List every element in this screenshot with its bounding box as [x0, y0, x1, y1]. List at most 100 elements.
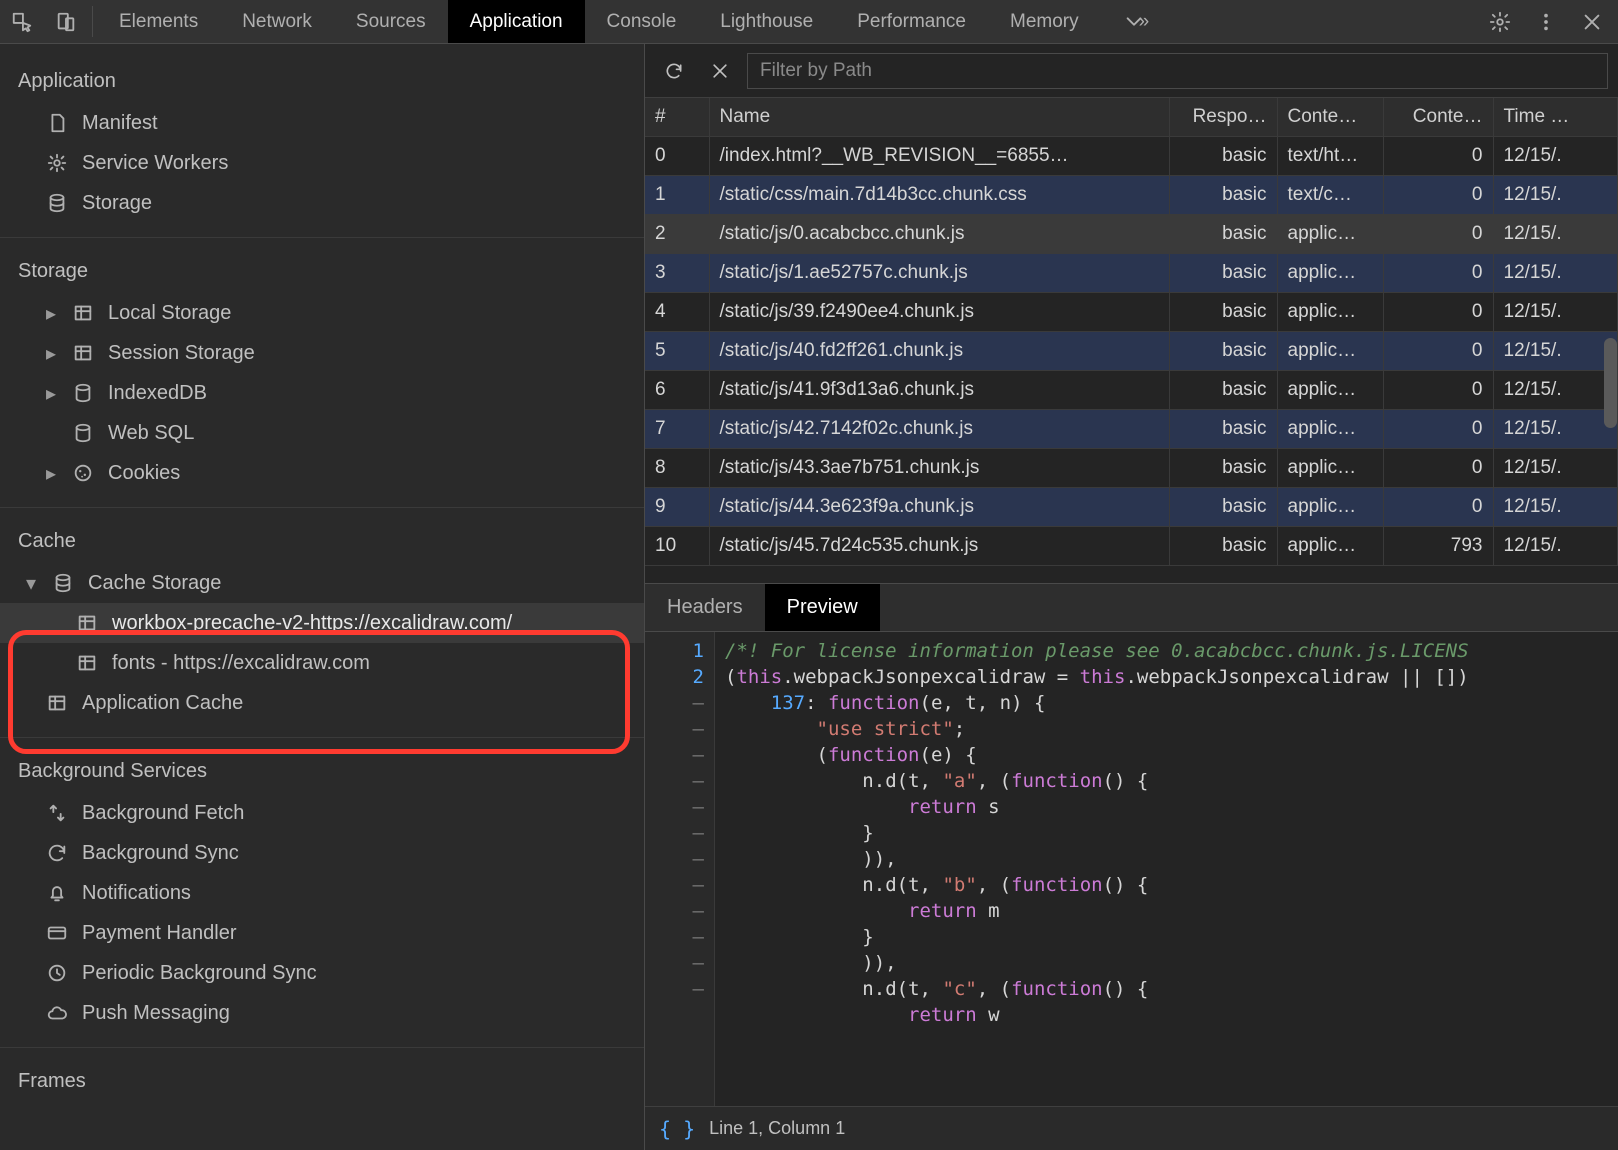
tab-sources[interactable]: Sources	[334, 0, 448, 43]
refresh-icon[interactable]	[655, 52, 693, 90]
sidebar-item-notifications[interactable]: Notifications	[0, 873, 644, 913]
label: Manifest	[82, 112, 158, 135]
tab-lighthouse[interactable]: Lighthouse	[698, 0, 835, 43]
scrollbar-thumb[interactable]	[1604, 338, 1617, 428]
label: workbox-precache-v2-https://excalidraw.c…	[112, 612, 512, 635]
label: Push Messaging	[82, 1002, 230, 1025]
bell-icon	[44, 882, 70, 904]
sidebar-item-indexeddb[interactable]: ▸ IndexedDB	[0, 373, 644, 413]
label: Web SQL	[108, 422, 194, 445]
table-row[interactable]: 9/static/js/44.3e623f9a.chunk.jsbasicapp…	[645, 488, 1618, 527]
sidebar-item-websql[interactable]: Web SQL	[0, 413, 644, 453]
sidebar-item-periodic-sync[interactable]: Periodic Background Sync	[0, 953, 644, 993]
sidebar-item-bg-fetch[interactable]: Background Fetch	[0, 793, 644, 833]
tab-headers[interactable]: Headers	[645, 584, 765, 631]
section-background-title: Background Services	[0, 752, 644, 793]
device-toolbar-icon[interactable]	[44, 0, 88, 43]
inspect-element-icon[interactable]	[0, 0, 44, 43]
label: Cookies	[108, 462, 180, 485]
table-row[interactable]: 8/static/js/43.3ae7b751.chunk.jsbasicapp…	[645, 449, 1618, 488]
sidebar-item-storage[interactable]: Storage	[0, 183, 644, 223]
devtools-tab-bar: ElementsNetworkSourcesApplicationConsole…	[0, 0, 1618, 44]
sidebar-item-payment-handler[interactable]: Payment Handler	[0, 913, 644, 953]
label: Payment Handler	[82, 922, 237, 945]
application-sidebar: Application Manifest Service Workers Sto…	[0, 44, 645, 1150]
sidebar-item-push[interactable]: Push Messaging	[0, 993, 644, 1033]
table-row[interactable]: 3/static/js/1.ae52757c.chunk.jsbasicappl…	[645, 254, 1618, 293]
label: Periodic Background Sync	[82, 962, 317, 985]
chevron-right-icon: ▸	[44, 381, 58, 406]
sync-icon	[44, 842, 70, 864]
code-content: /*! For license information please see 0…	[715, 632, 1618, 1106]
section-storage-title: Storage	[0, 252, 644, 293]
cursor-position: Line 1, Column 1	[709, 1118, 845, 1139]
tab-elements[interactable]: Elements	[97, 0, 220, 43]
label: Notifications	[82, 882, 191, 905]
section-frames-title: Frames	[0, 1062, 644, 1103]
sidebar-cache-entry-1[interactable]: fonts - https://excalidraw.com	[0, 643, 644, 683]
grid-icon	[70, 342, 96, 364]
fetch-icon	[44, 802, 70, 824]
database-icon	[70, 422, 96, 444]
filter-input[interactable]	[747, 53, 1608, 89]
section-cache-title: Cache	[0, 522, 644, 563]
pretty-print-button[interactable]: { }	[659, 1117, 695, 1141]
table-row[interactable]: 0/index.html?__WB_REVISION__=6855…basict…	[645, 137, 1618, 176]
close-devtools-icon[interactable]	[1572, 11, 1612, 33]
more-icon[interactable]	[1526, 11, 1566, 33]
tab-preview[interactable]: Preview	[765, 584, 880, 631]
divider	[92, 6, 93, 37]
clock-icon	[44, 962, 70, 984]
cloud-icon	[44, 1002, 70, 1024]
detail-tabs: Headers Preview	[645, 584, 1618, 632]
grid-icon	[70, 302, 96, 324]
sidebar-cache-entry-0[interactable]: workbox-precache-v2-https://excalidraw.c…	[0, 603, 644, 643]
sidebar-item-session-storage[interactable]: ▸ Session Storage	[0, 333, 644, 373]
label: fonts - https://excalidraw.com	[112, 652, 370, 675]
column-header[interactable]: Respo…	[1169, 98, 1277, 137]
chevron-right-icon: ▸	[44, 301, 58, 326]
cache-toolbar	[645, 44, 1618, 98]
tab-overflow[interactable]: »	[1101, 0, 1172, 43]
label: Storage	[82, 192, 152, 215]
sidebar-item-cookies[interactable]: ▸ Cookies	[0, 453, 644, 493]
chevron-down-icon: ▾	[24, 571, 38, 596]
database-icon	[70, 382, 96, 404]
label: Application Cache	[82, 692, 243, 715]
label: Session Storage	[108, 342, 255, 365]
tab-network[interactable]: Network	[220, 0, 334, 43]
card-icon	[44, 922, 70, 944]
column-header[interactable]: Conte…	[1383, 98, 1493, 137]
label: Local Storage	[108, 302, 231, 325]
table-row[interactable]: 5/static/js/40.fd2ff261.chunk.jsbasicapp…	[645, 332, 1618, 371]
tab-console[interactable]: Console	[585, 0, 699, 43]
table-row[interactable]: 2/static/js/0.acabcbcc.chunk.jsbasicappl…	[645, 215, 1618, 254]
sidebar-item-application-cache[interactable]: Application Cache	[0, 683, 644, 723]
column-header[interactable]: Time …	[1493, 98, 1618, 137]
column-header[interactable]: Name	[709, 98, 1169, 137]
file-icon	[44, 112, 70, 134]
chevron-right-icon: ▸	[44, 461, 58, 486]
sidebar-item-cache-storage[interactable]: ▾ Cache Storage	[0, 563, 644, 603]
cache-table: #NameRespo…Conte…Conte…Time … 0/index.ht…	[645, 98, 1618, 584]
column-header[interactable]: Conte…	[1277, 98, 1383, 137]
sidebar-item-bg-sync[interactable]: Background Sync	[0, 833, 644, 873]
label: IndexedDB	[108, 382, 207, 405]
table-row[interactable]: 7/static/js/42.7142f02c.chunk.jsbasicapp…	[645, 410, 1618, 449]
clear-icon[interactable]	[701, 52, 739, 90]
settings-icon[interactable]	[1480, 11, 1520, 33]
sidebar-item-local-storage[interactable]: ▸ Local Storage	[0, 293, 644, 333]
table-row[interactable]: 10/static/js/45.7d24c535.chunk.jsbasicap…	[645, 527, 1618, 566]
label: Service Workers	[82, 152, 228, 175]
sidebar-item-service-workers[interactable]: Service Workers	[0, 143, 644, 183]
column-header[interactable]: #	[645, 98, 709, 137]
tab-memory[interactable]: Memory	[988, 0, 1101, 43]
table-row[interactable]: 6/static/js/41.9f3d13a6.chunk.jsbasicapp…	[645, 371, 1618, 410]
tab-performance[interactable]: Performance	[835, 0, 988, 43]
database-icon	[50, 572, 76, 594]
sidebar-item-manifest[interactable]: Manifest	[0, 103, 644, 143]
tab-application[interactable]: Application	[448, 0, 585, 43]
status-bar: { } Line 1, Column 1	[645, 1106, 1618, 1150]
table-row[interactable]: 1/static/css/main.7d14b3cc.chunk.cssbasi…	[645, 176, 1618, 215]
table-row[interactable]: 4/static/js/39.f2490ee4.chunk.jsbasicapp…	[645, 293, 1618, 332]
